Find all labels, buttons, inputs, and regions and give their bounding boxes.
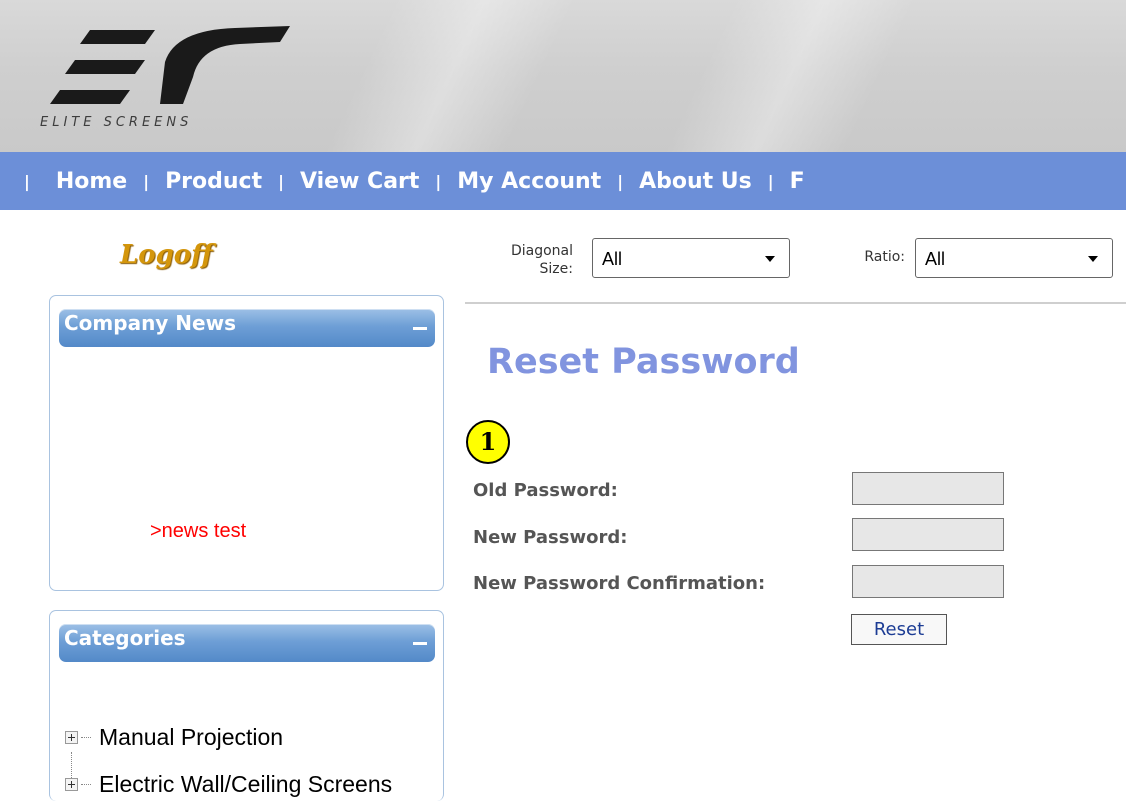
- ratio-label: Ratio:: [864, 249, 905, 265]
- diagonal-size-value: All: [602, 249, 623, 269]
- collapse-icon[interactable]: [413, 323, 427, 333]
- reset-button[interactable]: Reset: [851, 614, 947, 645]
- nav-about-us[interactable]: About Us: [639, 169, 752, 194]
- diagonal-label-line1: Diagonal: [510, 243, 573, 259]
- categories-panel: Categories Manual Projection Electric Wa…: [49, 610, 444, 801]
- expand-icon[interactable]: [65, 778, 78, 791]
- old-password-field[interactable]: [852, 472, 1004, 505]
- brand-text: ELITE SCREENS: [40, 115, 193, 130]
- diagonal-size-select[interactable]: All: [592, 238, 790, 278]
- company-news-panel: Company News >news test: [49, 295, 444, 591]
- logoff-link[interactable]: Logoff: [120, 240, 213, 270]
- collapse-icon[interactable]: [413, 638, 427, 648]
- diagonal-label-line2: Size:: [539, 261, 573, 277]
- header-shine: [664, 0, 916, 152]
- nav-separator: |: [435, 171, 442, 191]
- tree-connector: [81, 784, 91, 785]
- nav-separator: |: [767, 171, 774, 191]
- step-number-badge: 1: [466, 420, 510, 464]
- old-password-label: Old Password:: [473, 480, 618, 501]
- confirm-password-field[interactable]: [852, 565, 1004, 598]
- nav-my-account[interactable]: My Account: [457, 169, 601, 194]
- diagonal-size-label: Diagonal Size:: [483, 242, 573, 278]
- site-header: ELITE SCREENS: [0, 0, 1126, 152]
- expand-icon[interactable]: [65, 731, 78, 744]
- category-item[interactable]: Manual Projection: [65, 724, 283, 751]
- header-shine: [324, 0, 576, 152]
- ratio-select[interactable]: All: [915, 238, 1113, 278]
- tree-connector: [81, 737, 91, 738]
- nav-view-cart[interactable]: View Cart: [300, 169, 419, 194]
- ratio-value: All: [925, 249, 946, 269]
- chevron-down-icon: [1088, 256, 1098, 262]
- company-news-header: Company News: [59, 309, 435, 347]
- nav-home[interactable]: Home: [56, 169, 127, 194]
- categories-header: Categories: [59, 624, 435, 662]
- category-label: Manual Projection: [99, 724, 284, 750]
- company-news-title: Company News: [64, 311, 236, 335]
- nav-separator: |: [24, 171, 30, 191]
- categories-title: Categories: [64, 626, 186, 650]
- nav-separator: |: [278, 171, 284, 191]
- news-item-link[interactable]: >news test: [150, 520, 246, 543]
- new-password-field[interactable]: [852, 518, 1004, 551]
- page-title: Reset Password: [487, 342, 800, 382]
- product-filter-bar: Diagonal Size: All Ratio: All: [465, 234, 1126, 304]
- nav-separator: |: [143, 171, 150, 191]
- nav-product[interactable]: Product: [165, 169, 262, 194]
- new-password-label: New Password:: [473, 527, 628, 548]
- nav-truncated-item[interactable]: F: [790, 169, 805, 194]
- confirm-password-label: New Password Confirmation:: [473, 573, 766, 594]
- main-nav: | Home | Product | View Cart | My Accoun…: [0, 152, 1126, 210]
- category-item[interactable]: Electric Wall/Ceiling Screens: [65, 771, 392, 798]
- nav-separator: |: [617, 171, 624, 191]
- category-label: Electric Wall/Ceiling Screens: [99, 771, 393, 797]
- chevron-down-icon: [765, 256, 775, 262]
